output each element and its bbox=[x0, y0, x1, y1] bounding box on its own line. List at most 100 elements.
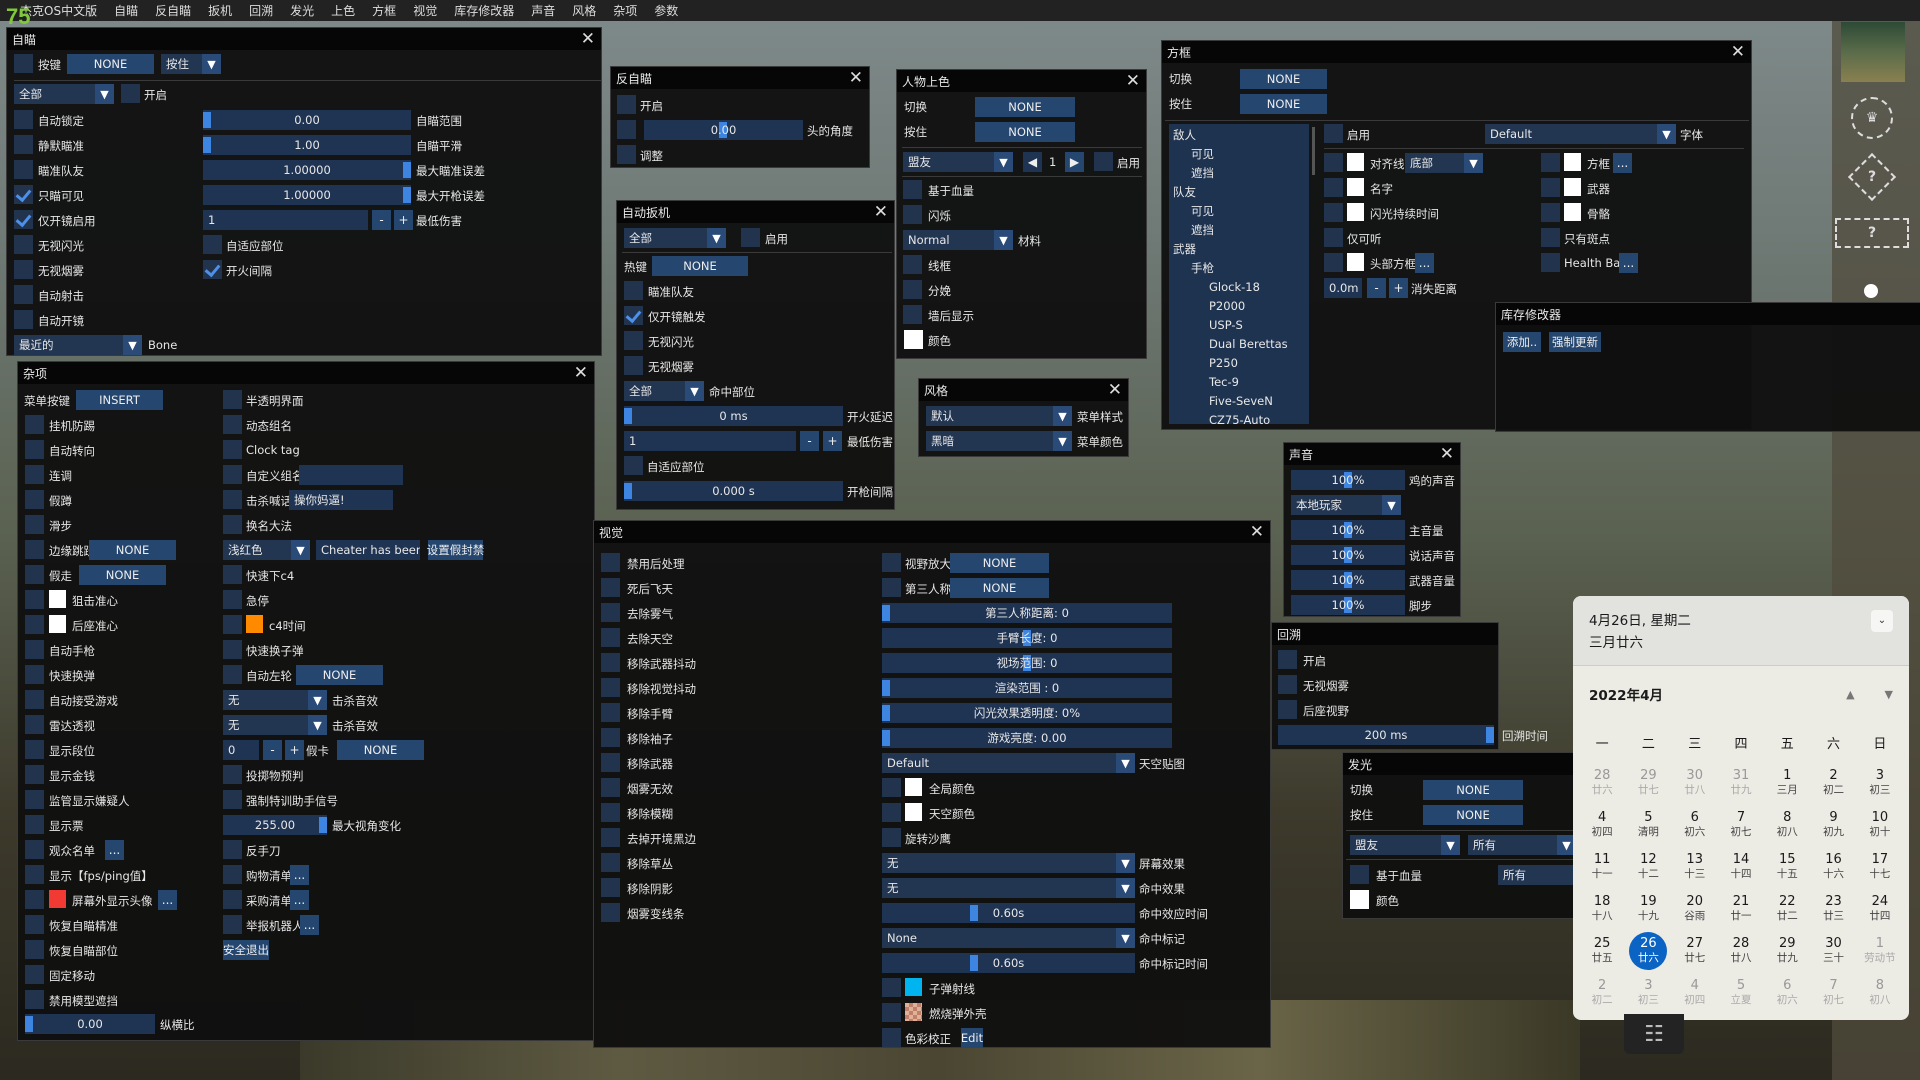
fake-lag-input[interactable]: 0 bbox=[223, 740, 259, 760]
flash-duration-color-swatch[interactable] bbox=[1347, 203, 1364, 221]
calendar-day[interactable]: 8 初八 bbox=[1764, 804, 1810, 846]
max-aim-inaccuracy-slider[interactable]: 1.00000 bbox=[203, 160, 411, 180]
translucent-checkbox[interactable] bbox=[223, 390, 242, 409]
tree-item[interactable]: Tec-9 bbox=[1173, 373, 1305, 392]
calendar-day[interactable]: 2 初二 bbox=[1810, 762, 1856, 804]
misc-option-checkbox[interactable] bbox=[25, 965, 44, 984]
esp-enable-checkbox[interactable] bbox=[1324, 124, 1343, 143]
max-angle-slider[interactable]: 255.00 bbox=[223, 815, 327, 835]
close-icon[interactable]: ✕ bbox=[849, 69, 863, 87]
avatar[interactable] bbox=[1841, 22, 1905, 82]
min-damage-plus-button[interactable]: + bbox=[394, 210, 413, 230]
calendar-day[interactable]: 4 初四 bbox=[1579, 804, 1625, 846]
report-bot-more-button[interactable]: ... bbox=[300, 915, 319, 935]
color-correction-edit-button[interactable]: Edit bbox=[961, 1028, 983, 1048]
prev-month-button[interactable]: ▲ bbox=[1846, 688, 1854, 701]
thirdperson-key-button[interactable]: NONE bbox=[950, 578, 1049, 598]
health-bar-checkbox[interactable] bbox=[1541, 253, 1560, 272]
trigger-min-damage-input[interactable]: 1 bbox=[624, 431, 796, 451]
settings-sliders-icon[interactable]: ☷ bbox=[1624, 1014, 1684, 1054]
enable-checkbox[interactable] bbox=[121, 84, 140, 103]
fake-lag-key-button[interactable]: NONE bbox=[337, 740, 424, 760]
key-checkbox[interactable] bbox=[14, 54, 33, 73]
bullet-tracers-checkbox[interactable] bbox=[882, 978, 901, 997]
close-icon[interactable]: ✕ bbox=[1440, 445, 1454, 463]
calendar-day[interactable]: 14 十四 bbox=[1718, 846, 1764, 888]
calendar-day[interactable]: 22 廿二 bbox=[1764, 888, 1810, 930]
misc-option-checkbox[interactable] bbox=[25, 465, 44, 484]
box-color-swatch[interactable] bbox=[1564, 153, 1581, 171]
calendar-day[interactable]: 21 廿一 bbox=[1718, 888, 1764, 930]
trigger-delay-slider[interactable]: 0 ms bbox=[624, 406, 843, 426]
glow-category-select[interactable]: 盟友 ▼ bbox=[1350, 835, 1460, 855]
flash-duration-checkbox[interactable] bbox=[1324, 203, 1343, 222]
grenade-prediction-checkbox[interactable] bbox=[223, 765, 242, 784]
calendar-day[interactable]: 11 十一 bbox=[1579, 846, 1625, 888]
tree-item[interactable]: Five-SeveN bbox=[1173, 392, 1305, 411]
tree-scrollbar[interactable] bbox=[1312, 127, 1315, 175]
calendar-day[interactable]: 7 初七 bbox=[1810, 972, 1856, 1014]
menu-item[interactable]: 发光 bbox=[290, 2, 314, 19]
misc-option-checkbox[interactable] bbox=[25, 765, 44, 784]
kill-message-checkbox[interactable] bbox=[223, 490, 242, 509]
snapline-checkbox[interactable] bbox=[1324, 153, 1343, 172]
ignore-z-checkbox[interactable] bbox=[903, 305, 922, 324]
health-based-checkbox[interactable] bbox=[903, 180, 922, 199]
head-box-color-swatch[interactable] bbox=[1347, 253, 1364, 271]
force-crosshair-checkbox[interactable] bbox=[223, 790, 242, 809]
aimbot-key-button[interactable]: NONE bbox=[67, 54, 154, 74]
world-color-checkbox[interactable] bbox=[882, 778, 901, 797]
material-select[interactable]: Normal ▼ bbox=[903, 230, 1013, 250]
menu-item[interactable]: 扳机 bbox=[208, 2, 232, 19]
hit-effect-time-slider[interactable]: 0.60s bbox=[882, 903, 1135, 923]
aimbot-option-checkbox[interactable] bbox=[14, 185, 33, 204]
tree-item[interactable]: 可见 bbox=[1173, 145, 1305, 164]
target-select[interactable]: 全部 ▼ bbox=[14, 84, 114, 104]
adaptive-checkbox[interactable] bbox=[203, 235, 222, 254]
calendar-day[interactable]: 4 初四 bbox=[1672, 972, 1718, 1014]
min-damage-minus-button[interactable]: - bbox=[372, 210, 391, 230]
next-page-button[interactable]: ▶ bbox=[1065, 152, 1084, 172]
menu-item[interactable]: 杂项 bbox=[613, 2, 637, 19]
close-icon[interactable]: ✕ bbox=[1250, 523, 1264, 541]
ban-text-input[interactable]: Cheater has been perr bbox=[316, 540, 420, 560]
visuals-option-checkbox[interactable] bbox=[601, 878, 620, 897]
weapon-checkbox[interactable] bbox=[1541, 178, 1560, 197]
kill-sound-select[interactable]: 无 ▼ bbox=[223, 715, 327, 735]
trigger-option-checkbox[interactable] bbox=[624, 356, 643, 375]
visuals-option-checkbox[interactable] bbox=[601, 603, 620, 622]
visuals-option-checkbox[interactable] bbox=[601, 678, 620, 697]
aimbot-option-checkbox[interactable] bbox=[14, 260, 33, 279]
volume-slider[interactable]: 100% bbox=[1291, 545, 1405, 565]
glow-health-select[interactable]: 所有 bbox=[1498, 865, 1576, 885]
screen-effect-select[interactable]: 无 ▼ bbox=[882, 853, 1135, 873]
esp-toggle-button[interactable]: NONE bbox=[1240, 69, 1327, 89]
name-checkbox[interactable] bbox=[1324, 178, 1343, 197]
dots-only-checkbox[interactable] bbox=[1541, 228, 1560, 247]
custom-clantag-checkbox[interactable] bbox=[223, 465, 242, 484]
calendar-day[interactable]: 6 初六 bbox=[1672, 804, 1718, 846]
snapline-pos-select[interactable]: 底部 ▼ bbox=[1405, 153, 1483, 173]
weapon-color-swatch[interactable] bbox=[1564, 178, 1581, 196]
visuals-slider[interactable]: 手臂长度: 0 bbox=[882, 628, 1172, 648]
hit-marker-time-slider[interactable]: 0.60s bbox=[882, 953, 1135, 973]
box-checkbox[interactable] bbox=[1541, 153, 1560, 172]
chams-color-swatch[interactable] bbox=[904, 330, 923, 349]
head-angle-slider[interactable]: 0.00 bbox=[644, 120, 803, 140]
misc-option-checkbox[interactable] bbox=[25, 790, 44, 809]
auto-revolver-key-button[interactable]: NONE bbox=[296, 665, 383, 685]
achievement-icon[interactable]: ♛ bbox=[1851, 97, 1893, 139]
visuals-slider[interactable]: 游戏亮度: 0.00 bbox=[882, 728, 1172, 748]
auto-revolver-checkbox[interactable] bbox=[223, 665, 242, 684]
menu-item[interactable]: 风格 bbox=[572, 2, 596, 19]
head-box-checkbox[interactable] bbox=[1324, 253, 1343, 272]
glow-color-swatch[interactable] bbox=[1350, 890, 1369, 909]
chams-toggle-button[interactable]: NONE bbox=[975, 97, 1075, 117]
next-month-button[interactable]: ▼ bbox=[1885, 688, 1893, 701]
report-bot-checkbox[interactable] bbox=[223, 915, 242, 934]
esp-category-tree[interactable]: 敌人 可见 遮挡 队友 可见 遮挡 武器 手枪 Glock-18 P2000 USP-S Dual B… bbox=[1169, 124, 1309, 424]
calendar-day[interactable]: 25 廿五 bbox=[1579, 930, 1625, 972]
tree-item[interactable]: 队友 bbox=[1173, 183, 1305, 202]
world-color-swatch[interactable] bbox=[905, 778, 922, 796]
name-stealer-checkbox[interactable] bbox=[223, 515, 242, 534]
